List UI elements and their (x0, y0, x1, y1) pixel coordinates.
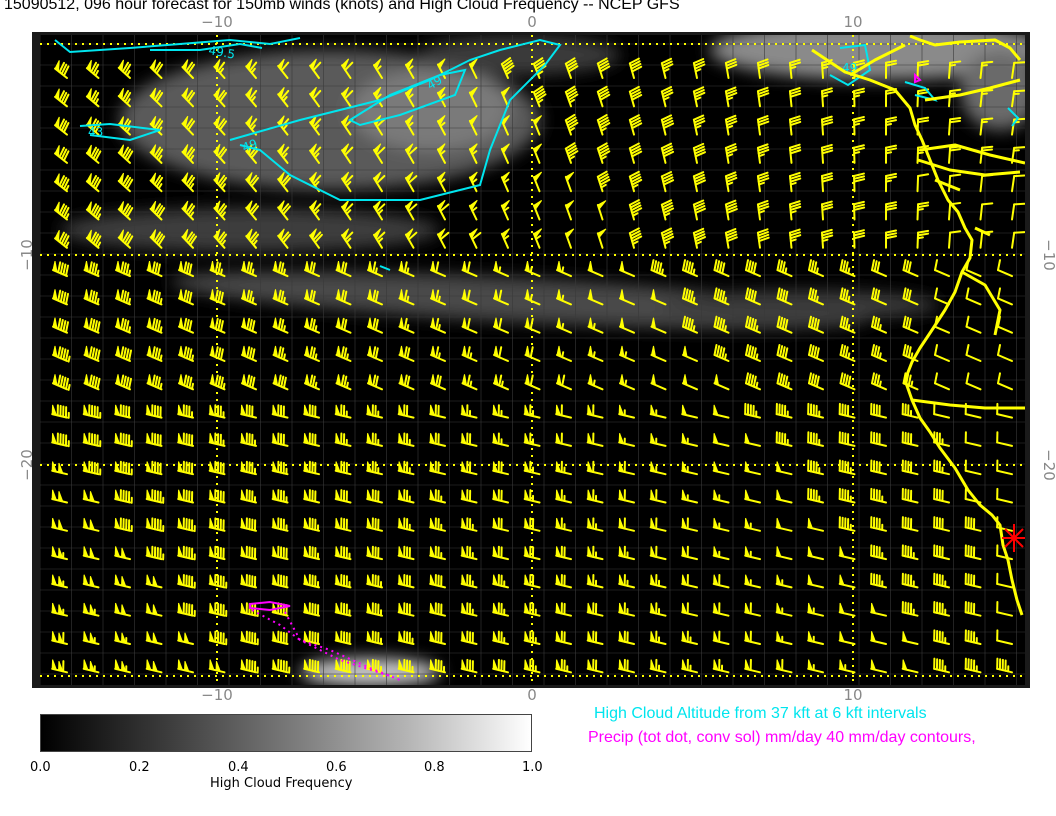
lon-tick: 10 (843, 686, 862, 704)
lon-tick-labels-top: −10 0 10 (201, 13, 862, 31)
cloud-altitude-legend: High Cloud Altitude from 37 kft at 6 kft… (594, 705, 927, 722)
lon-tick: 0 (527, 686, 537, 704)
colorbar-tick: 0.6 (326, 760, 347, 775)
colorbar-tick: 1.0 (522, 760, 543, 775)
lon-tick: 0 (527, 13, 537, 31)
lat-tick: −10 (18, 239, 36, 271)
lon-tick: 10 (843, 13, 862, 31)
lat-tick: −20 (18, 449, 36, 481)
forecast-map: 49.5 49 43 49 49 −10 0 10 −10 0 10 −10 −… (18, 13, 1056, 704)
colorbar (40, 714, 532, 752)
lon-tick-labels-bottom: −10 0 10 (201, 686, 862, 704)
lat-tick: −10 (1040, 239, 1056, 271)
precip-legend: Precip (tot dot, conv sol) mm/day 40 mm/… (588, 729, 976, 746)
lon-tick: −10 (201, 13, 233, 31)
lon-tick: −10 (201, 686, 233, 704)
colorbar-title: High Cloud Frequency (210, 776, 353, 791)
colorbar-tick: 0.8 (424, 760, 445, 775)
lat-tick: −20 (1040, 449, 1056, 481)
colorbar-tick: 0.2 (129, 760, 150, 775)
colorbar-tick: 0.4 (228, 760, 249, 775)
contour-label: 43 (88, 125, 103, 139)
colorbar-tick: 0.0 (30, 760, 51, 775)
